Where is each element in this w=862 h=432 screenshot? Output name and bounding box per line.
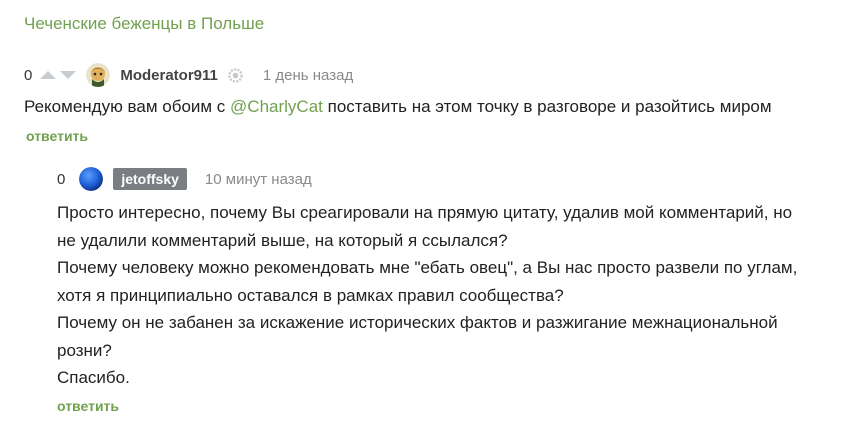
gear-icon — [228, 67, 243, 83]
upvote-arrow-icon[interactable] — [40, 71, 57, 79]
avatar-image-icon — [79, 167, 104, 191]
comment-time: 10 минут назад — [204, 170, 312, 188]
reply-button[interactable]: ответить — [26, 128, 88, 144]
user-mention-link[interactable]: @CharlyCat — [230, 97, 323, 116]
comment-line: розни? — [57, 340, 112, 360]
comment-line: Спасибо. — [57, 368, 130, 387]
comment-text: Рекомендую вам обоим с @CharlyCat постав… — [24, 93, 772, 121]
post-title[interactable]: Чеченские беженцы в Польше — [24, 14, 264, 34]
comment-line: Почему человеку можно рекомендовать мне … — [57, 258, 798, 277]
comment-header: 0 jetoffsky 10 минут назад — [57, 167, 312, 191]
comment-text: Просто интересно, почему Вы среагировали… — [57, 199, 847, 392]
comment-line: не удалили комментарий выше, на который … — [57, 230, 508, 250]
avatar[interactable] — [79, 167, 104, 191]
comment-text-part: Рекомендую вам обоим с — [24, 97, 231, 116]
comment-text-part: поставить на этом точку в разговоре и ра… — [322, 97, 772, 116]
avatar-image-icon — [86, 63, 111, 87]
comment-rating: 0 — [57, 170, 66, 188]
reply-button[interactable]: ответить — [57, 398, 119, 414]
comment-header: 0 Moderator911 1 день назад — [24, 63, 353, 87]
downvote-arrow-icon[interactable] — [60, 71, 77, 79]
comment-author[interactable]: jetoffsky — [113, 168, 187, 190]
comment-line: Просто интересно, почему Вы среагировали… — [57, 203, 793, 222]
avatar[interactable] — [86, 63, 111, 87]
comment-author[interactable]: Moderator911 — [120, 67, 218, 84]
comment-line: Почему он не забанен за искажение истори… — [57, 313, 778, 332]
comment-rating: 0 — [24, 66, 33, 84]
comment-time: 1 день назад — [262, 66, 354, 84]
comment-line: хотя я принципиально оставался в рамках … — [57, 285, 564, 305]
